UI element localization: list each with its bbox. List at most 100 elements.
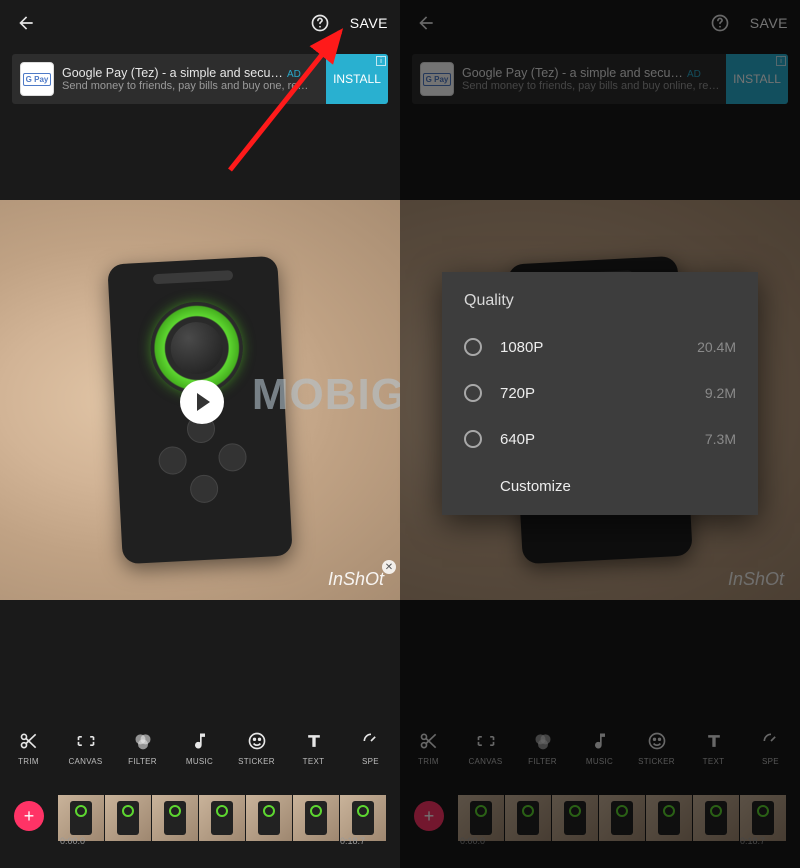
ad-banner[interactable]: G Pay Google Pay (Tez) - a simple and se…: [12, 54, 388, 104]
tool-text[interactable]: TEXT: [285, 730, 342, 766]
add-clip-button[interactable]: +: [14, 801, 44, 831]
tool-music[interactable]: MUSIC: [171, 730, 228, 766]
tool-speed[interactable]: SPE: [742, 730, 799, 766]
sticker-icon: [246, 730, 268, 752]
timeline-end-time: 0:18.7: [740, 836, 765, 846]
speed-icon: [360, 730, 382, 752]
timeline-thumbs[interactable]: [58, 791, 400, 841]
tool-label: TRIM: [418, 757, 439, 766]
tool-label: MUSIC: [586, 757, 613, 766]
ad-title: Google Pay (Tez) - a simple and secu…: [62, 66, 283, 80]
filter-icon: [532, 730, 554, 752]
timeline-thumb[interactable]: [152, 795, 198, 841]
timeline[interactable]: + 0:00.0 0:18.7: [0, 784, 400, 848]
tool-music[interactable]: MUSIC: [571, 730, 628, 766]
text-icon: [703, 730, 725, 752]
install-button[interactable]: i INSTALL: [726, 54, 788, 104]
timeline-thumb[interactable]: [340, 795, 386, 841]
scissors-icon: [418, 730, 440, 752]
tool-label: SPE: [362, 757, 379, 766]
ad-subtitle: Send money to friends, pay bills and buy…: [62, 80, 269, 92]
quality-option-640p[interactable]: 640P 7.3M: [442, 416, 758, 462]
tool-canvas[interactable]: CANVAS: [57, 730, 114, 766]
tool-sticker[interactable]: STICKER: [228, 730, 285, 766]
quality-size: 7.3M: [705, 431, 736, 447]
radio-icon: [464, 430, 482, 448]
add-clip-button[interactable]: +: [414, 801, 444, 831]
dialog-title: Quality: [442, 292, 758, 324]
radio-icon: [464, 338, 482, 356]
timeline-thumb[interactable]: [58, 795, 104, 841]
tool-text[interactable]: TEXT: [685, 730, 742, 766]
save-button[interactable]: SAVE: [750, 15, 788, 31]
tool-canvas[interactable]: CANVAS: [457, 730, 514, 766]
video-preview[interactable]: MOBIG InShOt ✕: [0, 200, 400, 600]
timeline-thumb[interactable]: [199, 795, 245, 841]
tool-label: FILTER: [128, 757, 157, 766]
quality-label: 1080P: [500, 339, 697, 356]
tool-label: SPE: [762, 757, 779, 766]
topbar: SAVE: [400, 0, 800, 46]
ad-text: Google Pay (Tez) - a simple and secu…AD …: [62, 66, 326, 92]
tool-label: CANVAS: [68, 757, 102, 766]
timeline-thumb[interactable]: [293, 795, 339, 841]
timeline: + 0:00.0 0:18.7: [400, 784, 800, 848]
edit-toolbar: TRIM CANVAS FILTER MUSIC STICKER TEXT SP…: [400, 718, 800, 778]
play-button[interactable]: [180, 380, 224, 424]
help-icon[interactable]: [306, 9, 334, 37]
screenshot-left: SAVE G Pay Google Pay (Tez) - a simple a…: [0, 0, 400, 868]
timeline-thumb[interactable]: [246, 795, 292, 841]
ad-info-icon[interactable]: i: [776, 56, 786, 66]
ad-badge: AD: [287, 69, 301, 80]
save-button[interactable]: SAVE: [350, 15, 388, 31]
help-icon[interactable]: [706, 9, 734, 37]
quality-size: 20.4M: [697, 339, 736, 355]
install-button[interactable]: i INSTALL: [326, 54, 388, 104]
music-icon: [589, 730, 611, 752]
ad-badge: AD: [687, 69, 701, 80]
tool-label: STICKER: [238, 757, 275, 766]
back-icon[interactable]: [412, 9, 440, 37]
ad-app-icon: G Pay: [420, 62, 454, 96]
ad-subtitle: Send money to friends, pay bills and buy…: [462, 80, 726, 92]
quality-label: 640P: [500, 431, 705, 448]
tool-label: TEXT: [303, 757, 325, 766]
text-icon: [303, 730, 325, 752]
quality-dialog: Quality 1080P 20.4M 720P 9.2M 640P 7.3M …: [442, 272, 758, 515]
sticker-icon: [646, 730, 668, 752]
tool-trim[interactable]: TRIM: [0, 730, 57, 766]
music-icon: [189, 730, 211, 752]
tool-sticker[interactable]: STICKER: [628, 730, 685, 766]
quality-option-1080p[interactable]: 1080P 20.4M: [442, 324, 758, 370]
timeline-thumbs: [458, 791, 800, 841]
timeline-thumb[interactable]: [105, 795, 151, 841]
watermark-close-icon[interactable]: ✕: [382, 560, 396, 574]
quality-customize[interactable]: Customize: [442, 462, 758, 505]
ad-app-icon: G Pay: [20, 62, 54, 96]
scissors-icon: [18, 730, 40, 752]
tool-label: MUSIC: [186, 757, 213, 766]
tool-label: STICKER: [638, 757, 675, 766]
tool-filter[interactable]: FILTER: [114, 730, 171, 766]
tool-filter[interactable]: FILTER: [514, 730, 571, 766]
tool-speed[interactable]: SPE: [342, 730, 399, 766]
timeline-end-time: 0:18.7: [340, 836, 365, 846]
inshot-watermark: InShOt: [328, 569, 384, 590]
radio-icon: [464, 384, 482, 402]
ad-text: Google Pay (Tez) - a simple and secu…AD …: [462, 66, 726, 92]
ad-title: Google Pay (Tez) - a simple and secu…: [462, 66, 683, 80]
tool-label: TEXT: [703, 757, 725, 766]
topbar: SAVE: [0, 0, 400, 46]
inshot-watermark: InShOt: [728, 569, 784, 590]
quality-option-720p[interactable]: 720P 9.2M: [442, 370, 758, 416]
tool-trim[interactable]: TRIM: [400, 730, 457, 766]
ad-info-icon[interactable]: i: [376, 56, 386, 66]
edit-toolbar: TRIM CANVAS FILTER MUSIC STICKER TEXT: [0, 718, 400, 778]
timeline-start-time: 0:00.0: [60, 836, 85, 846]
canvas-icon: [475, 730, 497, 752]
speed-icon: [760, 730, 782, 752]
ad-banner[interactable]: G Pay Google Pay (Tez) - a simple and se…: [412, 54, 788, 104]
background-watermark: MOBIG: [252, 370, 400, 420]
back-icon[interactable]: [12, 9, 40, 37]
quality-size: 9.2M: [705, 385, 736, 401]
